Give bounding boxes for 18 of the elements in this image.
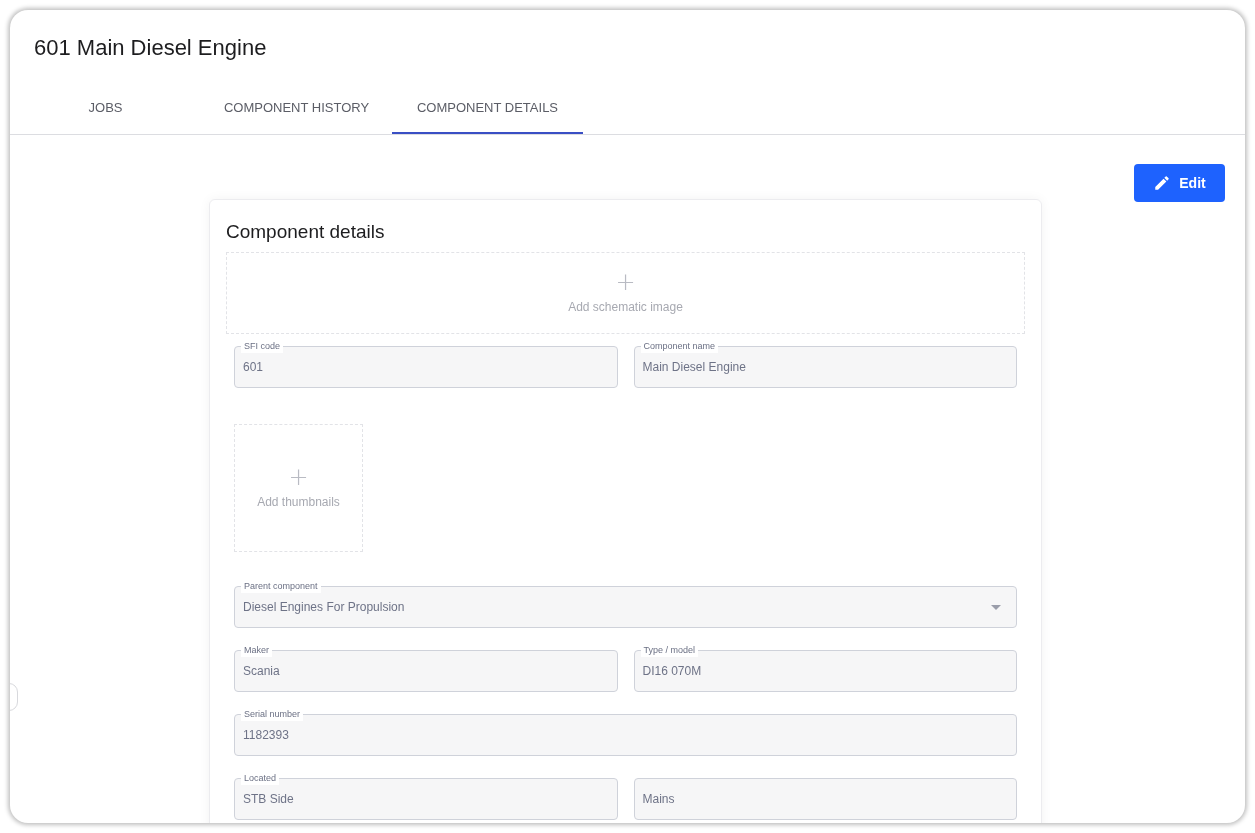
input-field[interactable]: Mains bbox=[633, 778, 1017, 820]
tab[interactable]: COMPONENT DETAILS bbox=[392, 84, 583, 134]
field-label: Serial number bbox=[241, 707, 304, 721]
caret-icon bbox=[991, 604, 1001, 610]
plus-icon: + bbox=[288, 465, 309, 489]
plus-icon: + bbox=[615, 270, 636, 294]
tab[interactable]: JOBS bbox=[10, 84, 201, 134]
field-label: Type / model bbox=[640, 643, 699, 657]
page-title: 601 Main Diesel Engine bbox=[34, 34, 268, 62]
field-label: SFI code bbox=[241, 339, 284, 353]
pencil-icon bbox=[1153, 174, 1172, 192]
card-title: Component details bbox=[226, 220, 386, 244]
field-label: Maker bbox=[241, 643, 272, 657]
field-label: Located bbox=[241, 771, 280, 785]
edit-button[interactable]: Edit bbox=[1134, 164, 1225, 202]
tab[interactable]: COMPONENT HISTORY bbox=[201, 84, 392, 134]
add-schematic-label: Add schematic image bbox=[568, 299, 683, 316]
add-thumbnails-label: Add thumbnails bbox=[257, 494, 340, 511]
